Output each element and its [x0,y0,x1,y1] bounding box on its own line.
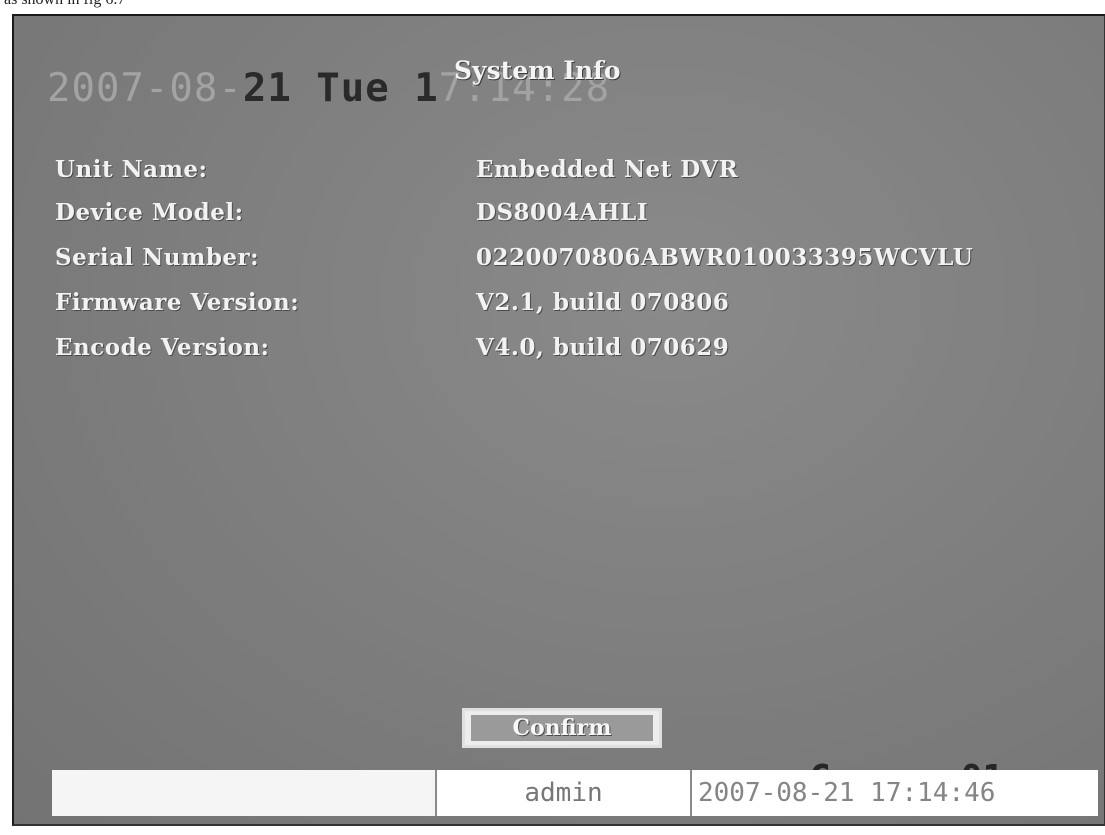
firmware-version-label: Firmware Version: [55,289,300,316]
serial-number-value: 0220070806ABWR010033395WCVLU [476,244,974,271]
document-caption: as shown in fig 6.7 [0,0,1105,14]
unit-name-value: Embedded Net DVR [476,156,739,183]
status-bar: admin 2007-08-21 17:14:46 [52,770,1098,816]
unit-name-label: Unit Name: [55,156,208,183]
status-left-cell [52,770,437,816]
osd-date-dim: 2007-08- [47,66,243,111]
dvr-screen: 2007-08-21 Tue 17:14:28 System Info Unit… [12,14,1105,826]
serial-number-label: Serial Number: [55,244,260,271]
device-model-label: Device Model: [55,199,244,226]
confirm-button-label: Confirm [471,715,653,741]
caption-text: as shown in fig 6.7 [4,0,125,9]
status-user: admin [437,770,692,816]
osd-date-dark: 21 Tue 1 [242,66,439,111]
firmware-version-value: V2.1, build 070806 [476,289,730,316]
encode-version-value: V4.0, build 070629 [476,334,730,361]
status-datetime: 2007-08-21 17:14:46 [692,770,1098,816]
window-title: System Info [454,56,621,85]
encode-version-label: Encode Version: [55,334,270,361]
device-model-value: DS8004AHLI [476,199,649,226]
confirm-button[interactable]: Confirm [462,708,662,748]
